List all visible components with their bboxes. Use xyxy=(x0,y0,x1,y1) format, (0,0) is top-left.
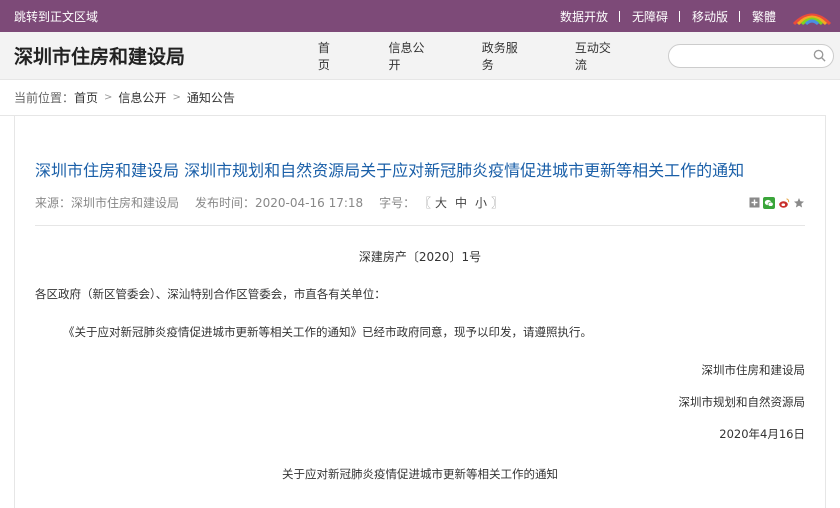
rainbow-logo-icon xyxy=(792,13,832,26)
data-open-link[interactable]: 数据开放 xyxy=(548,8,620,25)
font-size-medium[interactable]: 中 xyxy=(455,196,467,210)
breadcrumb: 当前位置： 首页 > 信息公开 > 通知公告 xyxy=(0,80,826,116)
font-size-large[interactable]: 大 xyxy=(435,196,447,210)
weibo-icon[interactable] xyxy=(778,197,790,209)
attachment-title: 关于应对新冠肺炎疫情促进城市更新等相关工作的通知 xyxy=(282,467,558,481)
breadcrumb-info-disclosure[interactable]: 信息公开 xyxy=(118,89,166,106)
nav-home[interactable]: 首页 xyxy=(318,39,341,73)
skip-to-content-link[interactable]: 跳转到正文区域 xyxy=(14,8,98,25)
article-title: 深圳市住房和建设局 深圳市规划和自然资源局关于应对新冠肺炎疫情促进城市更新等相关… xyxy=(35,161,745,180)
breadcrumb-prefix: 当前位置： xyxy=(14,91,75,105)
article-publish-time: 发布时间：2020-04-16 17:18 xyxy=(195,196,364,210)
breadcrumb-notices[interactable]: 通知公告 xyxy=(187,89,235,106)
article: 深圳市住房和建设局 深圳市规划和自然资源局关于应对新冠肺炎疫情促进城市更新等相关… xyxy=(14,116,826,508)
search-box xyxy=(668,43,834,68)
site-title[interactable]: 深圳市住房和建设局 xyxy=(14,42,306,69)
salutation: 各区政府（新区管委会）、深汕特别合作区管委会，市直各有关单位： xyxy=(35,287,386,301)
article-meta: 来源：深圳市住房和建设局 发布时间：2020-04-16 17:18 字号： 〖… xyxy=(35,194,805,226)
traditional-chinese-link[interactable]: 繁體 xyxy=(740,8,788,25)
nav-info-disclosure[interactable]: 信息公开 xyxy=(388,39,433,73)
site-header: 深圳市住房和建设局 首页 信息公开 政务服务 互动交流 xyxy=(0,32,840,80)
article-body: 《关于应对新冠肺炎疫情促进城市更新等相关工作的通知》已经市政府同意，现予以印发，… xyxy=(63,325,592,339)
signatory-housing-bureau: 深圳市住房和建设局 xyxy=(701,363,806,377)
font-size-label: 字号： xyxy=(379,196,416,210)
chevron-right-icon: > xyxy=(104,92,113,103)
issue-date: 2020年4月16日 xyxy=(719,427,805,441)
search-input[interactable] xyxy=(679,48,811,63)
document-number: 深建房产〔2020〕1号 xyxy=(358,250,482,264)
main-nav: 首页 信息公开 政务服务 互动交流 xyxy=(318,39,668,73)
article-source: 来源：深圳市住房和建设局 xyxy=(35,196,180,210)
nav-interaction[interactable]: 互动交流 xyxy=(575,39,620,73)
top-links: 数据开放 无障碍 移动版 繁體 xyxy=(548,0,840,32)
star-favorite-icon[interactable] xyxy=(793,197,805,209)
bracket-close: 〗 xyxy=(491,196,504,210)
mobile-version-link[interactable]: 移动版 xyxy=(680,8,740,25)
top-bar: 跳转到正文区域 数据开放 无障碍 移动版 繁體 xyxy=(0,0,840,32)
search-icon[interactable] xyxy=(811,48,827,64)
font-size-control: 字号： 〖大中小〗 xyxy=(379,194,503,211)
accessibility-link[interactable]: 无障碍 xyxy=(620,8,680,25)
signatory-planning-bureau: 深圳市规划和自然资源局 xyxy=(678,395,806,409)
bracket-open: 〖 xyxy=(419,196,432,210)
share-buttons xyxy=(745,196,805,209)
share-more-icon[interactable] xyxy=(748,197,760,209)
chevron-right-icon: > xyxy=(172,92,181,103)
wechat-icon[interactable] xyxy=(763,196,775,209)
font-size-small[interactable]: 小 xyxy=(475,196,487,210)
breadcrumb-home[interactable]: 首页 xyxy=(74,89,98,106)
nav-gov-services[interactable]: 政务服务 xyxy=(482,39,527,73)
